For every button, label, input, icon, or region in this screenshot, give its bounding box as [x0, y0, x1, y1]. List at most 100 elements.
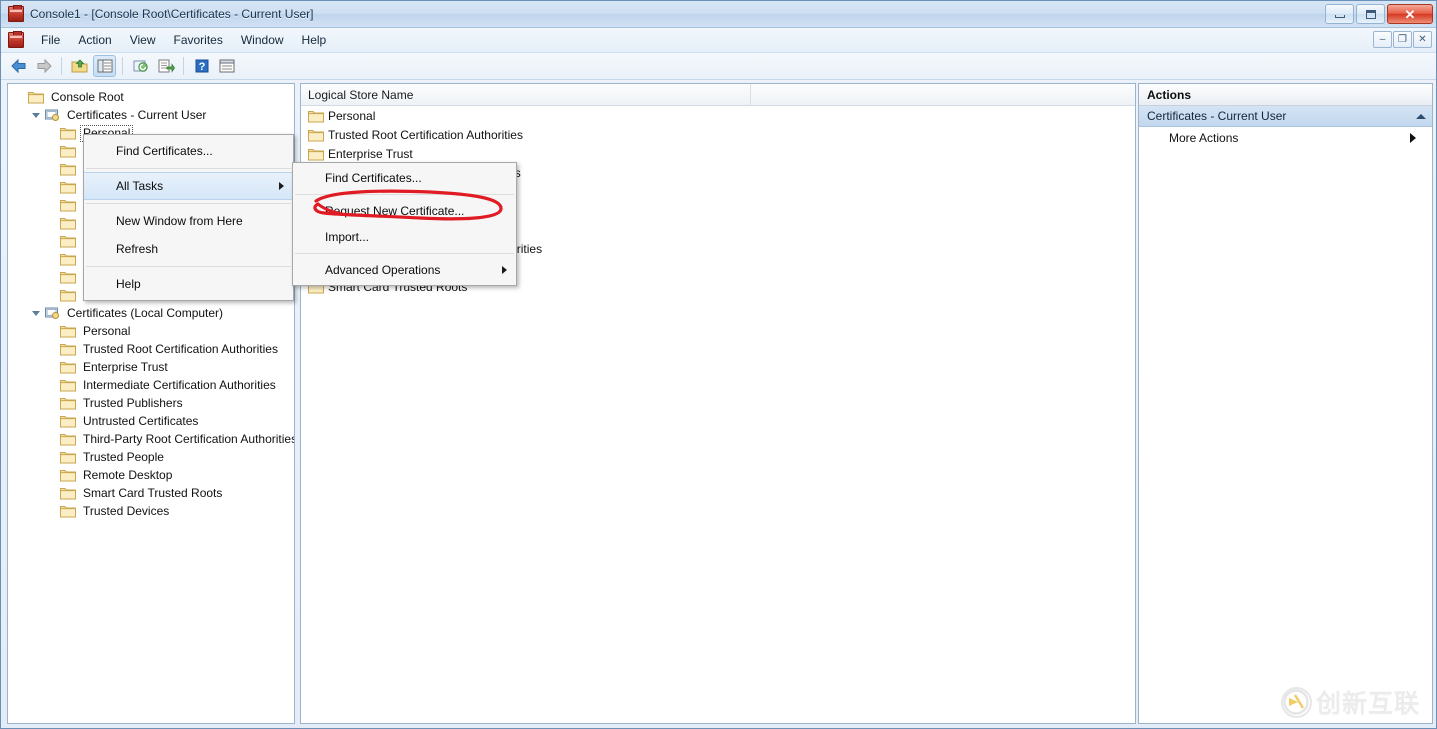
expander-collapsed[interactable] [44, 287, 60, 303]
list-item-label: Personal [328, 108, 376, 123]
expander-collapsed[interactable] [44, 251, 60, 267]
expander-collapsed[interactable] [44, 269, 60, 285]
list-item[interactable]: Enterprise Trust [301, 144, 1135, 163]
context-menu-item-all-tasks[interactable]: All Tasks [84, 172, 293, 200]
submenu-item-request-new-certificate[interactable]: Request New Certificate... [293, 198, 516, 224]
list-item[interactable]: Trusted Root Certification Authorities [301, 125, 1135, 144]
column-header-empty[interactable] [751, 84, 1135, 106]
context-menu-item-find-certificates[interactable]: Find Certificates... [84, 137, 293, 165]
list-item-label: Enterprise Trust [328, 146, 413, 161]
view-list-button[interactable] [215, 55, 238, 77]
menu-file[interactable]: File [32, 30, 69, 50]
folder-icon [60, 360, 76, 374]
submenu-item-import[interactable]: Import... [293, 224, 516, 250]
export-list-button[interactable] [154, 55, 177, 77]
folder-icon [60, 486, 76, 500]
expander-collapsed[interactable] [44, 359, 60, 375]
tree-item-certificates-current-user[interactable]: Certificates - Current User [8, 106, 294, 124]
menu-favorites[interactable]: Favorites [165, 30, 232, 50]
tree-label: Untrusted Certificates [83, 413, 199, 428]
context-menu-item-new-window-from-here[interactable]: New Window from Here [84, 207, 293, 235]
submenu-item-find-certificates[interactable]: Find Certificates... [293, 165, 516, 191]
all-tasks-submenu[interactable]: Find Certificates... Request New Certifi… [292, 162, 517, 286]
folder-icon [60, 378, 76, 392]
title-bar: Console1 - [Console Root\Certificates - … [1, 1, 1436, 28]
tree-item-smart-card-trusted-roots-local[interactable]: Smart Card Trusted Roots [8, 484, 294, 502]
expander-collapsed[interactable] [44, 215, 60, 231]
show-hide-console-tree-button[interactable] [93, 55, 116, 77]
expander-collapsed[interactable] [44, 485, 60, 501]
folder-icon [308, 147, 324, 161]
expander-collapsed[interactable] [44, 197, 60, 213]
expander-collapsed[interactable] [44, 431, 60, 447]
close-icon: ✕ [1404, 6, 1416, 22]
help-button[interactable]: ? [190, 55, 213, 77]
expander-open[interactable] [28, 107, 44, 123]
expander-collapsed[interactable] [44, 143, 60, 159]
menu-view[interactable]: View [121, 30, 165, 50]
submenu-arrow-icon [279, 182, 284, 190]
watermark-text: 创新互联 [1315, 689, 1420, 718]
menu-action[interactable]: Action [69, 30, 120, 50]
expander-collapsed[interactable] [44, 125, 60, 141]
tree-item-trusted-root-ca-local[interactable]: Trusted Root Certification Authorities [8, 340, 294, 358]
tree-item-third-party-root-ca-local[interactable]: Third-Party Root Certification Authoriti… [8, 430, 294, 448]
tree-item-trusted-people-local[interactable]: Trusted People [8, 448, 294, 466]
tree-item-enterprise-trust-local[interactable]: Enterprise Trust [8, 358, 294, 376]
back-button[interactable] [7, 55, 30, 77]
list-item[interactable]: Personal [301, 106, 1135, 125]
mdi-close-button[interactable]: ✕ [1413, 31, 1432, 48]
column-header-logical-store-name[interactable]: Logical Store Name [301, 84, 751, 106]
expander-collapsed[interactable] [44, 467, 60, 483]
folder-icon [60, 432, 76, 446]
folder-icon [60, 234, 76, 248]
expander-collapsed[interactable] [44, 503, 60, 519]
tree-item-console-root[interactable]: Console Root [8, 88, 294, 106]
chevron-up-icon[interactable] [1416, 113, 1426, 119]
forward-button[interactable] [32, 55, 55, 77]
menu-bar: File Action View Favorites Window Help –… [1, 28, 1436, 53]
expander-collapsed[interactable] [44, 395, 60, 411]
tree-item-intermediate-ca-local[interactable]: Intermediate Certification Authorities [8, 376, 294, 394]
tree-label: Console Root [51, 89, 124, 104]
minimize-button[interactable] [1325, 4, 1354, 24]
tree-item-certificates-local-computer[interactable]: Certificates (Local Computer) [8, 304, 294, 322]
context-menu-label: New Window from Here [116, 214, 243, 228]
expander-collapsed[interactable] [44, 323, 60, 339]
folder-icon [60, 450, 76, 464]
close-button[interactable]: ✕ [1387, 4, 1433, 24]
expander-collapsed[interactable] [44, 341, 60, 357]
actions-pane: Actions Certificates - Current User More… [1138, 83, 1433, 724]
tree-item-untrusted-certificates-local[interactable]: Untrusted Certificates [8, 412, 294, 430]
expander-collapsed[interactable] [44, 161, 60, 177]
maximize-button[interactable] [1356, 4, 1385, 24]
mdi-minimize-button[interactable]: – [1373, 31, 1392, 48]
svg-text:?: ? [198, 61, 205, 73]
up-one-level-button[interactable] [68, 55, 91, 77]
folder-icon [60, 504, 76, 518]
tree-label: Trusted Devices [83, 503, 170, 518]
expander-collapsed[interactable] [44, 377, 60, 393]
tree-item-personal-local[interactable]: Personal [8, 322, 294, 340]
context-menu-item-help[interactable]: Help [84, 270, 293, 298]
context-menu[interactable]: Find Certificates... All Tasks New Windo… [83, 134, 294, 301]
expander-collapsed[interactable] [44, 233, 60, 249]
show-hide-console-tree-icon [97, 59, 112, 73]
action-more-actions[interactable]: More Actions [1139, 127, 1432, 149]
expander-open[interactable] [28, 305, 44, 321]
tree-item-trusted-devices-local[interactable]: Trusted Devices [8, 502, 294, 520]
refresh-button[interactable] [129, 55, 152, 77]
expander-collapsed[interactable] [44, 413, 60, 429]
tree-item-trusted-publishers-local[interactable]: Trusted Publishers [8, 394, 294, 412]
folder-icon [60, 396, 76, 410]
menu-window[interactable]: Window [232, 30, 293, 50]
submenu-item-advanced-operations[interactable]: Advanced Operations [293, 257, 516, 283]
context-menu-item-refresh[interactable]: Refresh [84, 235, 293, 263]
expander-collapsed[interactable] [44, 449, 60, 465]
menu-help[interactable]: Help [293, 30, 336, 50]
tree-item-remote-desktop-local[interactable]: Remote Desktop [8, 466, 294, 484]
expander-collapsed[interactable] [44, 179, 60, 195]
actions-group-certificates-current-user[interactable]: Certificates - Current User [1139, 106, 1432, 127]
folder-icon [60, 216, 76, 230]
mdi-restore-button[interactable]: ❐ [1393, 31, 1412, 48]
